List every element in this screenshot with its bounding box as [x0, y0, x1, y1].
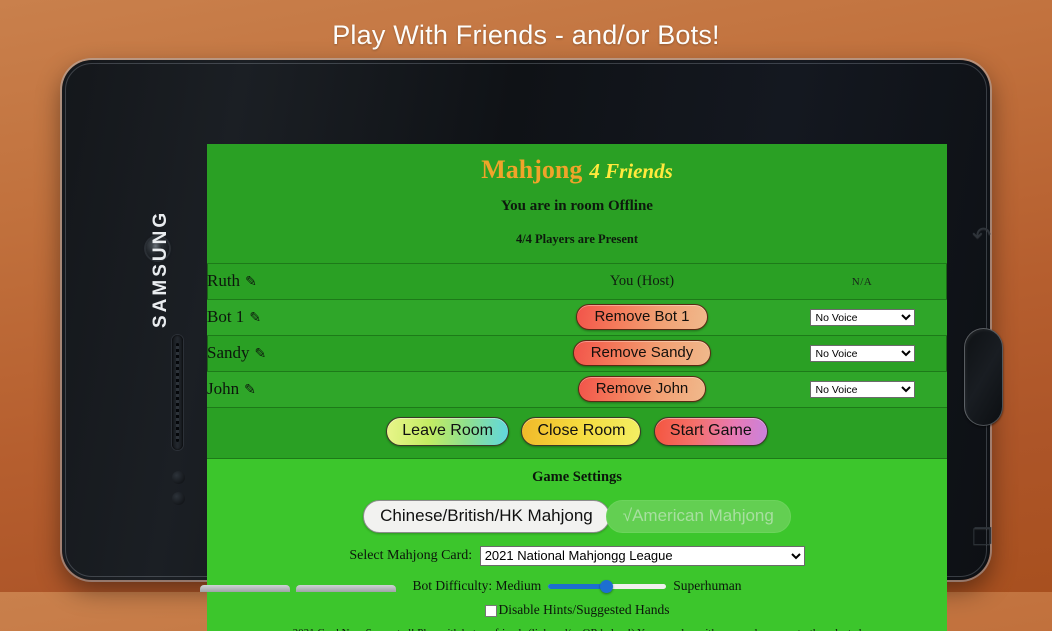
start-game-button[interactable]: Start Game	[653, 416, 768, 446]
player-name-cell: Ruth ✎	[207, 263, 507, 299]
edit-pencil-icon[interactable]: ✎	[244, 382, 256, 399]
remove-player-button[interactable]: Remove Sandy	[572, 340, 712, 367]
mahjong-variant-toggle: Chinese/British/HK Mahjong √American Mahj…	[207, 499, 947, 533]
player-count-line: 4/4 Players are Present	[515, 231, 639, 246]
samsung-brand-label: SAMSUNG	[150, 209, 171, 328]
player-action-cell: Remove Bot 1	[507, 299, 777, 335]
app-title-sub: 4 Friends	[589, 159, 673, 183]
earpiece-speaker	[172, 335, 183, 450]
player-name-cell: John ✎	[207, 371, 507, 407]
player-name: John	[207, 379, 240, 399]
edit-pencil-icon[interactable]: ✎	[255, 346, 267, 363]
player-name: Ruth	[207, 271, 241, 291]
edit-pencil-icon[interactable]: ✎	[245, 274, 257, 291]
disable-hints-checkbox[interactable]	[484, 604, 497, 617]
footnote-text: 2021 Card Now Supported! Play with bots …	[207, 627, 947, 631]
recent-apps-icon[interactable]: ❐	[972, 526, 993, 549]
slider-fill	[548, 583, 608, 589]
room-status-line: You are in room Offline	[501, 197, 653, 214]
close-room-button[interactable]: Close Room	[521, 416, 642, 446]
app-header: Mahjong 4 Friends You are in room Offline…	[207, 144, 947, 263]
phone-screen: Mahjong 4 Friends You are in room Offline…	[207, 144, 947, 631]
game-settings-heading: Game Settings	[532, 468, 622, 485]
player-name: Sandy	[207, 343, 250, 363]
bot-difficulty-slider[interactable]	[548, 579, 667, 593]
mahjong-card-label: Select Mahjong Card:	[349, 547, 473, 563]
player-name-cell: Sandy ✎	[207, 335, 507, 371]
remove-player-button[interactable]: Remove John	[577, 376, 707, 403]
bot-difficulty-max-label: Superhuman	[673, 577, 742, 593]
leave-room-button[interactable]: Leave Room	[386, 416, 509, 446]
app-title-main: Mahjong	[481, 155, 583, 184]
variant-chinese-button[interactable]: Chinese/British/HK Mahjong	[363, 499, 610, 533]
scroll-tab-left[interactable]	[200, 585, 290, 592]
voice-select[interactable]: No Voice	[809, 345, 915, 363]
player-action-cell: Remove John	[507, 371, 777, 407]
mahjong-card-row: Select Mahjong Card: 2021 National Mahjo…	[207, 545, 947, 566]
player-action-cell: You (Host)	[507, 263, 777, 299]
mahjong-card-select[interactable]: 2021 National Mahjongg League	[479, 545, 805, 566]
slider-thumb[interactable]	[600, 579, 614, 593]
edit-pencil-icon[interactable]: ✎	[249, 310, 261, 327]
voice-select[interactable]: No Voice	[809, 381, 915, 399]
player-voice-cell: N/A	[777, 263, 947, 299]
disable-hints-label: Disable Hints/Suggested Hands	[498, 601, 670, 617]
player-voice-cell: No Voice	[777, 299, 947, 335]
player-name-cell: Bot 1 ✎	[207, 299, 507, 335]
table-row: Sandy ✎ Remove Sandy No Voice	[207, 335, 947, 372]
voice-not-available: N/A	[851, 276, 873, 289]
scroll-tab-right[interactable]	[296, 585, 396, 592]
player-voice-cell: No Voice	[777, 371, 947, 407]
home-button[interactable]	[964, 328, 1003, 426]
player-voice-cell: No Voice	[777, 335, 947, 371]
light-sensor-icon	[172, 492, 185, 505]
game-settings-panel: Game Settings Chinese/British/HK Mahjong…	[207, 458, 947, 631]
player-list-table: Ruth ✎ You (Host) N/A Bot 1 ✎ Remove Bot 1	[207, 263, 947, 408]
room-action-bar: Leave Room Close Room Start Game	[207, 407, 947, 459]
promo-banner-text: Play With Friends - and/or Bots!	[332, 19, 720, 50]
player-name: Bot 1	[207, 307, 245, 327]
table-row: John ✎ Remove John No Voice	[207, 371, 947, 408]
page-title: Mahjong 4 Friends	[207, 152, 947, 185]
bot-difficulty-label: Bot Difficulty: Medium	[412, 577, 542, 593]
disable-hints-row: Disable Hints/Suggested Hands	[207, 602, 947, 618]
table-row: Bot 1 ✎ Remove Bot 1 No Voice	[207, 299, 947, 336]
remove-player-button[interactable]: Remove Bot 1	[576, 304, 708, 331]
voice-select[interactable]: No Voice	[809, 309, 915, 327]
phone-device-frame: SAMSUNG ↶ ❐ Mahjong 4 Friends You are in …	[62, 60, 1003, 631]
table-row: Ruth ✎ You (Host) N/A	[207, 263, 947, 300]
back-arrow-icon[interactable]: ↶	[972, 224, 991, 247]
variant-american-button[interactable]: √American Mahjong	[605, 499, 791, 533]
proximity-sensor-icon	[172, 471, 185, 484]
player-list-body: Ruth ✎ You (Host) N/A Bot 1 ✎ Remove Bot 1	[207, 263, 947, 408]
host-label: You (Host)	[609, 273, 675, 290]
player-action-cell: Remove Sandy	[507, 335, 777, 371]
